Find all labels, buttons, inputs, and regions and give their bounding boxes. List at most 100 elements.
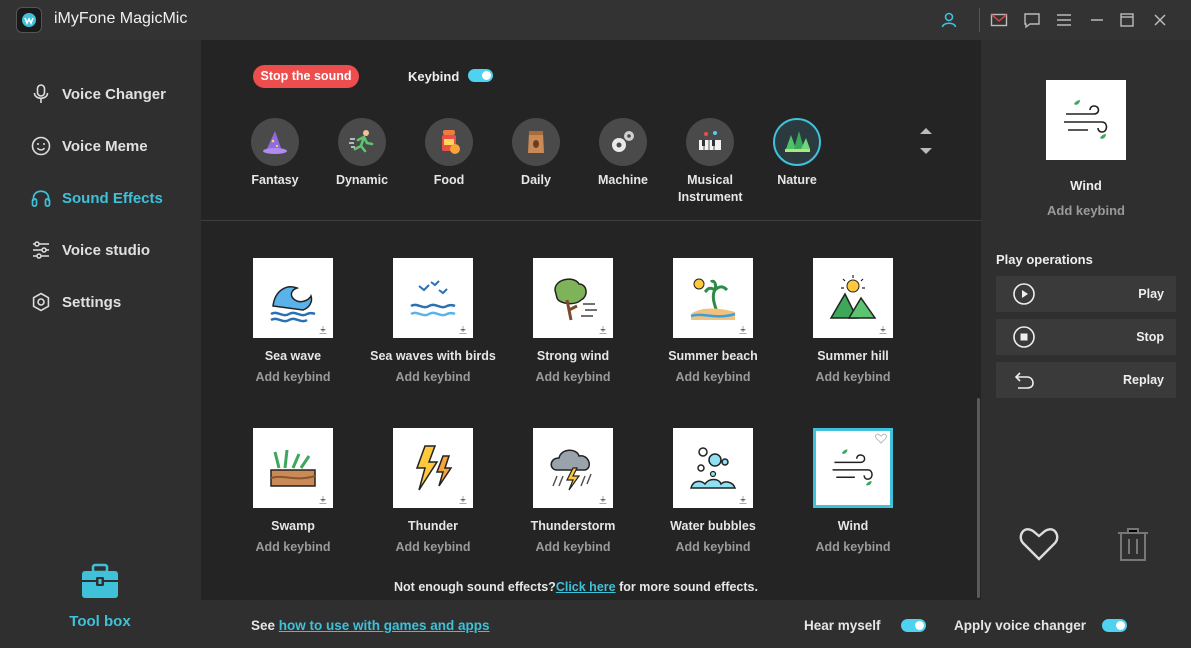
add-keybind-link[interactable]: Add keybind (643, 370, 783, 384)
download-icon[interactable] (879, 326, 887, 334)
sliders-icon (33, 241, 49, 259)
bottom-bar: See how to use with games and apps Hear … (201, 600, 1191, 648)
sidebar-item-voice-changer[interactable]: Voice Changer (30, 82, 166, 106)
how-to-use-link[interactable]: how to use with games and apps (279, 618, 490, 633)
favorite-heart-icon[interactable] (875, 433, 887, 444)
title-bar-separator (979, 8, 980, 32)
minimize-icon[interactable] (1088, 11, 1106, 29)
category-food[interactable]: Food (409, 118, 489, 189)
trash-icon[interactable] (1116, 526, 1150, 562)
swamp-icon (270, 449, 316, 487)
selected-sound-preview (1046, 80, 1126, 160)
app-title: iMyFone MagicMic (54, 10, 188, 27)
category-daily[interactable]: Daily (496, 118, 576, 189)
wizard-hat-icon (263, 131, 287, 154)
sound-card-sea-waves-with-birds[interactable]: Sea waves with birds Add keybind (363, 258, 503, 384)
add-keybind-link[interactable]: Add keybind (643, 540, 783, 554)
how-to-use-line: See how to use with games and apps (251, 618, 490, 633)
lightning-icon (415, 445, 453, 491)
add-keybind-link[interactable]: Add keybind (363, 540, 503, 554)
download-icon[interactable] (739, 496, 747, 504)
wind-icon (1064, 100, 1108, 139)
storm-cloud-icon (550, 449, 592, 491)
selected-add-keybind[interactable]: Add keybind (981, 203, 1191, 218)
sidebar-item-sound-effects[interactable]: Sound Effects (30, 186, 163, 210)
sound-card-water-bubbles[interactable]: Water bubbles Add keybind (643, 428, 783, 554)
category-dynamic[interactable]: Dynamic (322, 118, 402, 189)
category-fantasy[interactable]: Fantasy (235, 118, 315, 189)
keybind-toggle[interactable] (468, 69, 493, 82)
add-keybind-link[interactable]: Add keybind (783, 540, 923, 554)
play-icon (1013, 283, 1035, 305)
sound-card-summer-hill[interactable]: Summer hill Add keybind (783, 258, 923, 384)
download-icon[interactable] (319, 496, 327, 504)
sidebar-item-voice-meme[interactable]: Voice Meme (30, 134, 148, 158)
sound-card-sea-wave[interactable]: Sea wave Add keybind (223, 258, 363, 384)
apply-voice-changer-label: Apply voice changer (954, 618, 1087, 633)
category-scroll-arrows[interactable] (918, 126, 934, 161)
toolbox-icon (82, 563, 118, 598)
maximize-icon[interactable] (1118, 11, 1136, 29)
category-divider (201, 220, 981, 221)
sidebar-item-label: Voice Meme (62, 137, 148, 155)
sidebar-item-voice-studio[interactable]: Voice studio (30, 238, 150, 262)
bubbles-icon (690, 447, 737, 489)
add-keybind-link[interactable]: Add keybind (363, 370, 503, 384)
wind-icon (832, 449, 873, 486)
add-keybind-link[interactable]: Add keybind (223, 540, 363, 554)
stop-sound-button[interactable]: Stop the sound (253, 65, 359, 88)
title-bar: iMyFone MagicMic (0, 0, 1191, 40)
sound-card-thunderstorm[interactable]: Thunderstorm Add keybind (503, 428, 643, 554)
sound-effects-panel: Stop the sound Keybind Fantasy Dynamic F… (201, 40, 981, 600)
download-icon[interactable] (459, 326, 467, 334)
microphone-icon (33, 84, 49, 103)
right-panel: Wind Add keybind Play operations Play St… (981, 40, 1191, 600)
toolbox-label: Tool box (69, 613, 131, 630)
download-icon[interactable] (459, 496, 467, 504)
palm-beach-icon (690, 278, 736, 320)
apply-voice-changer-toggle[interactable] (1102, 619, 1127, 632)
sound-card-swamp[interactable]: Swamp Add keybind (223, 428, 363, 554)
wave-icon (270, 286, 316, 323)
hear-myself-toggle[interactable] (901, 619, 926, 632)
favorite-heart-icon[interactable] (1019, 526, 1059, 562)
add-keybind-link[interactable]: Add keybind (783, 370, 923, 384)
download-icon[interactable] (599, 496, 607, 504)
add-keybind-link[interactable]: Add keybind (223, 370, 363, 384)
sidebar: Voice Changer Voice Meme Sound Effects V… (0, 40, 201, 648)
feedback-icon[interactable] (1023, 11, 1041, 29)
vertical-scrollbar[interactable] (977, 398, 980, 598)
sound-card-summer-beach[interactable]: Summer beach Add keybind (643, 258, 783, 384)
download-icon[interactable] (599, 326, 607, 334)
mail-icon[interactable] (990, 11, 1008, 29)
category-musical-instrument[interactable]: Musical Instrument (670, 118, 750, 206)
user-account-icon[interactable] (940, 11, 958, 29)
app-logo-icon (16, 7, 42, 33)
add-keybind-link[interactable]: Add keybind (503, 370, 643, 384)
toolbox-button[interactable]: Tool box (60, 562, 140, 630)
sidebar-item-settings[interactable]: Settings (30, 290, 121, 314)
sidebar-item-label: Sound Effects (62, 189, 163, 207)
category-machine[interactable]: Machine (583, 118, 663, 189)
replay-icon (1014, 372, 1034, 389)
sound-card-strong-wind[interactable]: Strong wind Add keybind (503, 258, 643, 384)
hill-sun-icon (829, 275, 877, 319)
sidebar-item-label: Voice studio (62, 241, 151, 259)
category-nature[interactable]: Nature (757, 118, 837, 189)
download-icon[interactable] (739, 326, 747, 334)
click-here-link[interactable]: Click here (556, 580, 616, 594)
close-icon[interactable] (1151, 11, 1169, 29)
gears-icon (612, 131, 634, 152)
download-icon[interactable] (319, 326, 327, 334)
menu-icon[interactable] (1055, 11, 1073, 29)
keybind-label: Keybind (408, 69, 460, 84)
sound-card-thunder[interactable]: Thunder Add keybind (363, 428, 503, 554)
sound-card-wind[interactable]: Wind Add keybind (783, 428, 923, 554)
play-button[interactable]: Play (996, 276, 1176, 312)
play-operations-title: Play operations (996, 252, 1093, 267)
windy-tree-icon (554, 278, 597, 321)
replay-button[interactable]: Replay (996, 362, 1176, 398)
stop-button[interactable]: Stop (996, 319, 1176, 355)
smiley-icon (31, 136, 51, 156)
add-keybind-link[interactable]: Add keybind (503, 540, 643, 554)
